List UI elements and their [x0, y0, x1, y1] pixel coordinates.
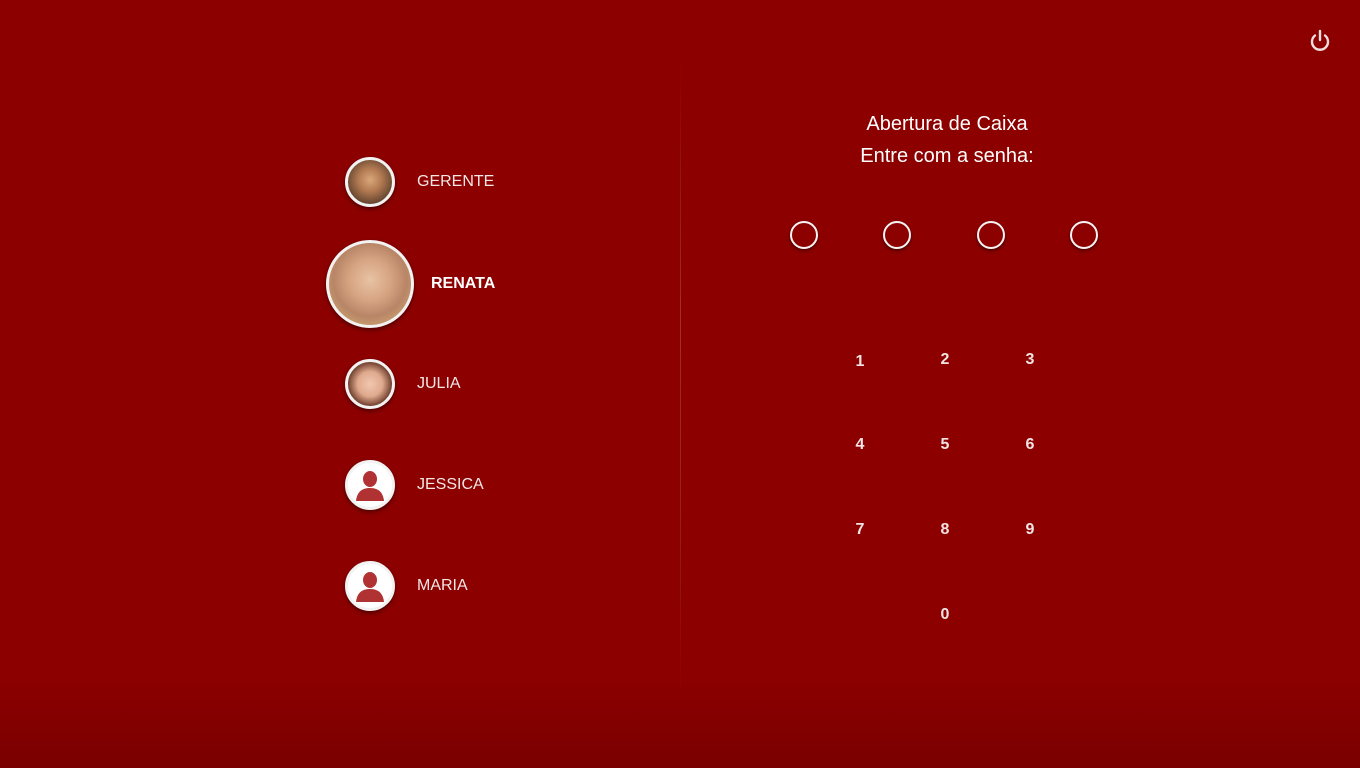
- keypad-key-1[interactable]: 1: [840, 347, 880, 377]
- keypad-key-9[interactable]: 9: [1010, 515, 1050, 545]
- avatar: [345, 460, 395, 510]
- keypad-key-0[interactable]: 0: [925, 600, 965, 630]
- keypad-key-6[interactable]: 6: [1010, 430, 1050, 460]
- avatar: [345, 359, 395, 409]
- avatar: [345, 157, 395, 207]
- power-button[interactable]: [1306, 27, 1334, 55]
- user-name: JESSICA: [417, 476, 484, 493]
- user-name: MARIA: [417, 577, 468, 594]
- keypad-key-8[interactable]: 8: [925, 515, 965, 545]
- avatar: [345, 561, 395, 611]
- user-name: JULIA: [417, 375, 461, 392]
- avatar: [326, 240, 414, 328]
- pin-dot: [883, 221, 911, 249]
- pin-dot: [977, 221, 1005, 249]
- keypad-key-3[interactable]: 3: [1010, 345, 1050, 375]
- keypad-key-2[interactable]: 2: [925, 345, 965, 375]
- keypad-key-7[interactable]: 7: [840, 515, 880, 545]
- pin-dot: [790, 221, 818, 249]
- user-item-renata[interactable]: RENATA: [326, 240, 495, 328]
- pin-dot: [1070, 221, 1098, 249]
- password-prompt: Entre com a senha:: [860, 145, 1034, 167]
- keypad-key-5[interactable]: 5: [925, 430, 965, 460]
- user-item-jessica[interactable]: JESSICA: [345, 460, 484, 510]
- user-item-gerente[interactable]: GERENTE: [345, 157, 494, 207]
- user-name: RENATA: [431, 275, 496, 292]
- user-silhouette-icon: [356, 471, 384, 501]
- page-title: Abertura de Caixa: [866, 113, 1028, 135]
- user-item-julia[interactable]: JULIA: [345, 359, 461, 409]
- user-silhouette-icon: [356, 572, 384, 602]
- user-item-maria[interactable]: MARIA: [345, 561, 468, 611]
- keypad-key-4[interactable]: 4: [840, 430, 880, 460]
- power-icon: [1310, 29, 1330, 51]
- user-name: GERENTE: [417, 173, 495, 190]
